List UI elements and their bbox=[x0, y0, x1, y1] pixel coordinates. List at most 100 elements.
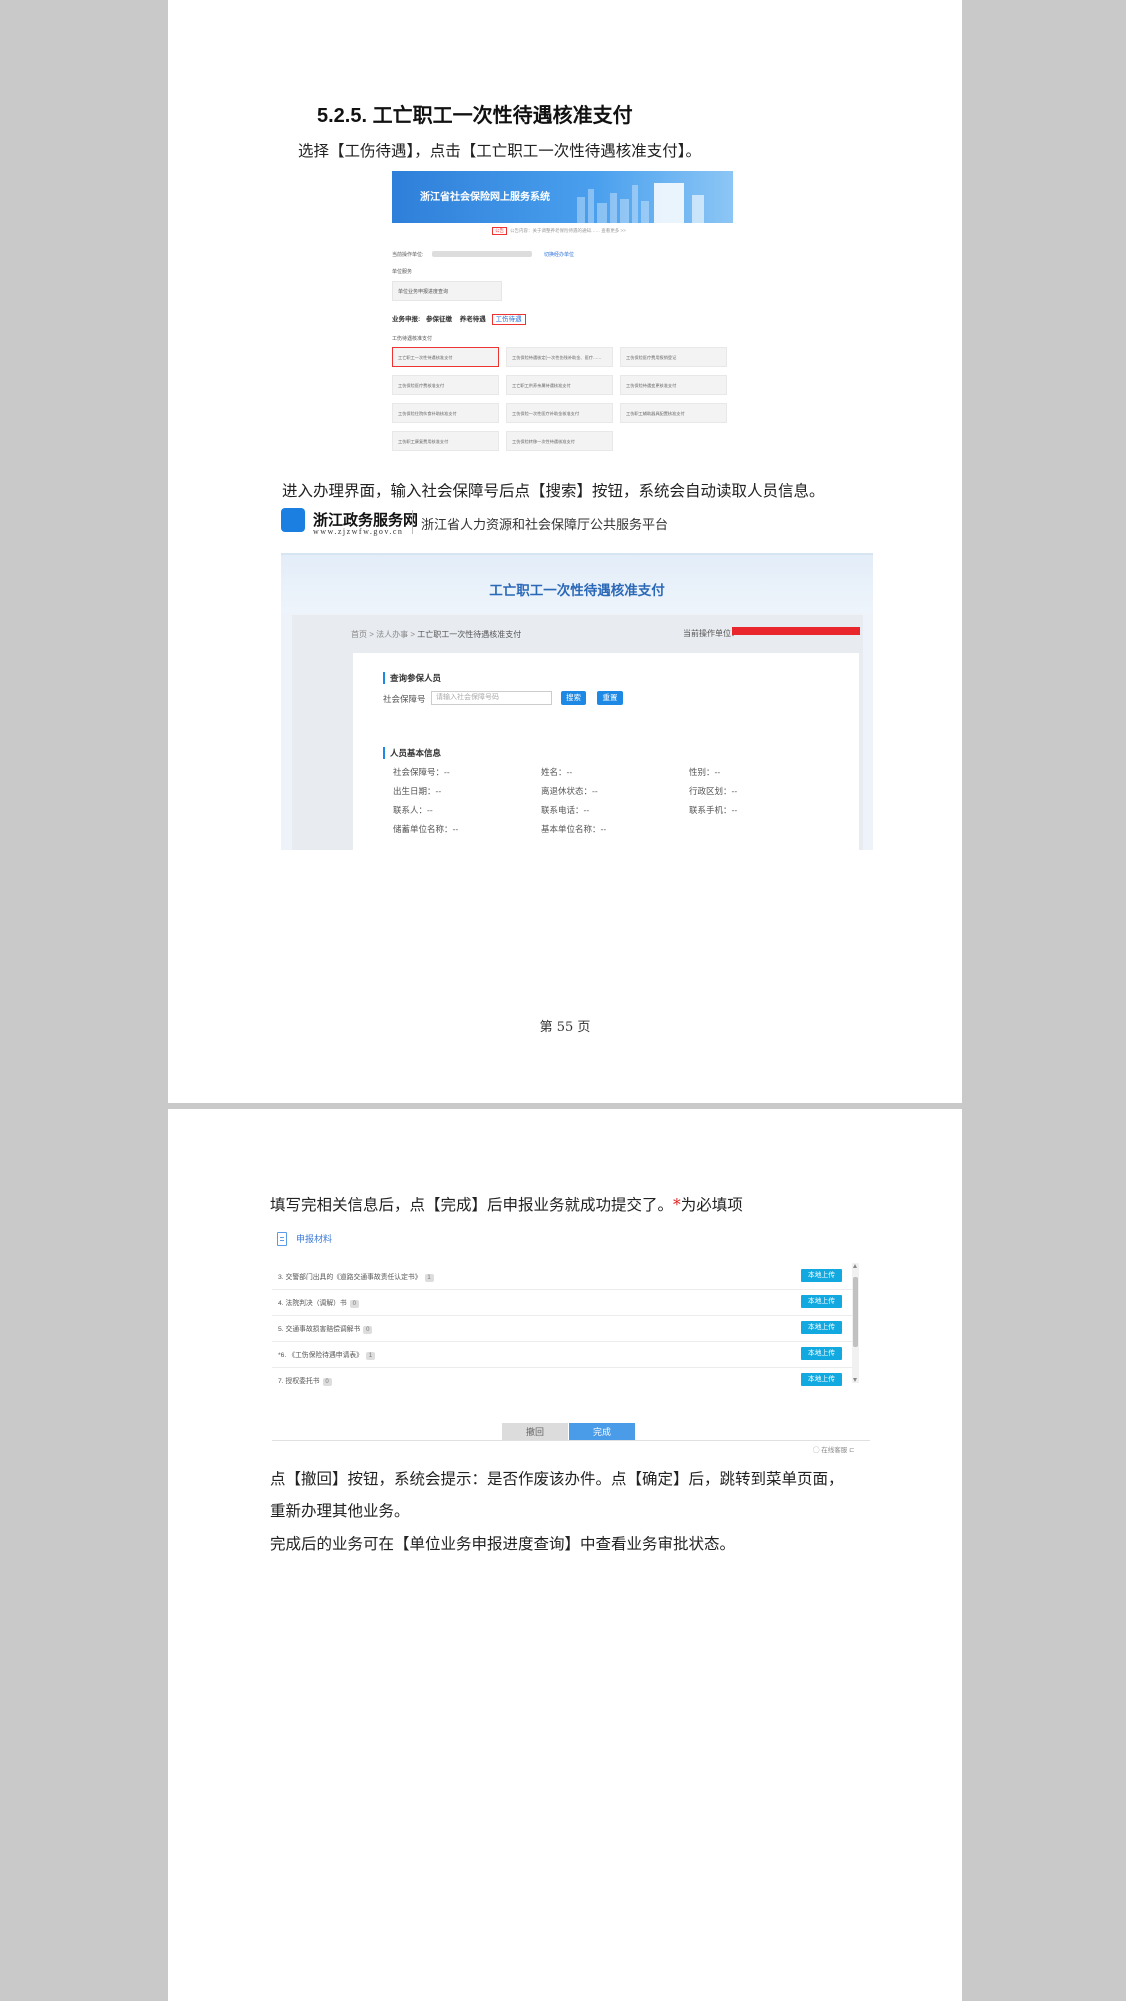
breadcrumb-legal[interactable]: 法人办事 bbox=[376, 630, 408, 639]
zjzwfw-logo-icon bbox=[281, 508, 305, 532]
basic-info-title: 人员基本信息 bbox=[383, 747, 441, 759]
service-card[interactable]: 工亡职工一次性待遇核准支付 bbox=[392, 347, 499, 367]
material-row: 4. 法院判决（调解）书 0 本地上传 bbox=[272, 1289, 858, 1316]
materials-header: 申报材料 bbox=[296, 1234, 333, 1244]
help-badge[interactable]: 1 bbox=[424, 1274, 434, 1282]
document-page-2: 填写完相关信息后，点【完成】后申报业务就成功提交了。*为必填项 申报材料 3. … bbox=[168, 1109, 962, 2001]
scroll-down-icon[interactable] bbox=[853, 1378, 857, 1382]
logo-url: www.zjzwfw.gov.cn bbox=[313, 527, 404, 536]
service-card[interactable]: 工伤保险转移一次性待遇核准支付 bbox=[506, 431, 613, 451]
help-badge[interactable]: 1 bbox=[365, 1352, 375, 1360]
service-card[interactable]: 工亡职工供养亲属待遇核准支付 bbox=[506, 375, 613, 395]
operating-unit-label: 当前操作单位： bbox=[683, 629, 739, 638]
breadcrumb-current: 工亡职工一次性待遇核准支付 bbox=[417, 630, 522, 639]
tab-injury-benefit[interactable]: 工伤待遇 bbox=[491, 314, 526, 325]
finish-button[interactable]: 完成 bbox=[569, 1423, 635, 1440]
service-card[interactable]: 工伤保险一次性医疗补助金核准支付 bbox=[506, 403, 613, 423]
service-title: 工亡职工一次性待遇核准支付 bbox=[489, 583, 665, 598]
material-label: 4. 法院判决（调解）书 0 bbox=[278, 1297, 359, 1308]
upload-button[interactable]: 本地上传 bbox=[801, 1295, 842, 1308]
screenshot-materials: 申报材料 3. 交警部门出具的《道路交通事故责任认定书》 1 本地上传 4. 法院… bbox=[272, 1229, 870, 1454]
service-frame: 工亡职工一次性待遇核准支付 首页 > 法人办事 > 工亡职工一次性待遇核准支付 … bbox=[281, 553, 873, 850]
withdraw-paragraph-line2: 重新办理其他业务。 bbox=[270, 1502, 410, 1520]
instruction-paragraph: 填写完相关信息后，点【完成】后申报业务就成功提交了。*为必填项 bbox=[270, 1193, 743, 1215]
field-region: 行政区划：-- bbox=[689, 786, 738, 796]
instruction-main: 填写完相关信息后，点【完成】后申报业务就成功提交了。 bbox=[270, 1196, 674, 1214]
page-number: 第 55 页 bbox=[539, 1020, 591, 1035]
material-row: 7. 授权委托书 0 本地上传 bbox=[272, 1367, 858, 1393]
upload-button[interactable]: 本地上传 bbox=[801, 1321, 842, 1334]
ssn-input[interactable]: 请输入社会保障号码 bbox=[431, 691, 552, 705]
document-icon bbox=[277, 1232, 287, 1246]
form-panel: 查询参保人员 社会保障号 请输入社会保障号码 搜索 重置 人员基本信息 社会保障… bbox=[353, 653, 859, 850]
search-button[interactable]: 搜索 bbox=[561, 691, 586, 705]
service-card[interactable]: 工伤保险待遇变更核准支付 bbox=[620, 375, 727, 395]
upload-button[interactable]: 本地上传 bbox=[801, 1269, 842, 1282]
tab-contribution[interactable]: 参保征缴 bbox=[426, 316, 452, 323]
material-row: 5. 交通事故损害赔偿调解书 0 本地上传 bbox=[272, 1315, 858, 1342]
scrollbar-thumb[interactable] bbox=[853, 1277, 858, 1347]
material-label: 3. 交警部门出具的《道路交通事故责任认定书》 1 bbox=[278, 1271, 434, 1282]
status-query-paragraph: 完成后的业务可在【单位业务申报进度查询】中查看业务审批状态。 bbox=[270, 1535, 736, 1553]
scroll-up-icon[interactable] bbox=[853, 1264, 857, 1268]
online-service-link[interactable]: ◯ 在线客服 ⊏ bbox=[813, 1444, 855, 1454]
platform-name: 浙江省人力资源和社会保障厅公共服务平台 bbox=[421, 517, 669, 532]
field-saving-unit: 储蓄单位名称：-- bbox=[393, 824, 459, 834]
field-mobile: 联系手机：-- bbox=[689, 805, 738, 815]
service-card[interactable]: 工伤职工康复费用核准支付 bbox=[392, 431, 499, 451]
instruction-paragraph: 选择【工伤待遇】，点击【工亡职工一次性待遇核准支付】。 bbox=[298, 142, 702, 160]
required-note: 为必填项 bbox=[680, 1196, 743, 1214]
service-card[interactable]: 工伤保险待遇核定(一次性伤残补助金、医疗…… bbox=[506, 347, 613, 367]
service-hero: 工亡职工一次性待遇核准支付 bbox=[281, 553, 873, 613]
field-birthdate: 出生日期：-- bbox=[393, 786, 442, 796]
help-badge[interactable]: 0 bbox=[349, 1300, 359, 1308]
footer-divider bbox=[272, 1440, 870, 1441]
notice-bar[interactable]: 公告 公告内容：关于调整养老保险待遇的通知…… 查看更多 >> bbox=[492, 227, 626, 235]
withdraw-paragraph-line1: 点【撤回】按钮，系统会提示：是否作废该办件。点【确定】后，跳转到菜单页面， bbox=[270, 1470, 844, 1488]
field-retire-status: 离退休状态：-- bbox=[541, 786, 598, 796]
section-heading: 5.2.5. 工亡职工一次性待遇核准支付 bbox=[317, 105, 633, 127]
portal-banner: 浙江省社会保险网上服务系统 bbox=[392, 171, 733, 223]
field-gender: 性别：-- bbox=[689, 767, 721, 777]
tab-pension[interactable]: 养老待遇 bbox=[460, 316, 486, 323]
redaction-bar bbox=[732, 627, 860, 635]
upload-button[interactable]: 本地上传 bbox=[801, 1373, 842, 1386]
material-label: *6. 《工伤保险待遇申请表》 1 bbox=[278, 1349, 375, 1360]
help-badge[interactable]: 0 bbox=[322, 1378, 332, 1386]
service-card[interactable]: 工伤保险医疗费用报销登记 bbox=[620, 347, 727, 367]
field-phone: 联系电话：-- bbox=[541, 805, 590, 815]
logo-divider bbox=[412, 510, 413, 534]
instruction-paragraph: 进入办理界面，输入社会保障号后点【搜索】按钮，系统会自动读取人员信息。 bbox=[282, 482, 825, 500]
breadcrumb: 首页 > 法人办事 > 工亡职工一次性待遇核准支付 bbox=[351, 630, 522, 639]
reset-button[interactable]: 重置 bbox=[597, 691, 623, 705]
service-card[interactable]: 工伤保险住院伙食补助核准支付 bbox=[392, 403, 499, 423]
field-ssn: 社会保障号：-- bbox=[393, 767, 450, 777]
materials-scrollbar[interactable] bbox=[852, 1263, 859, 1383]
material-label: 5. 交通事故损害赔偿调解书 0 bbox=[278, 1323, 373, 1334]
unit-label: 当前操作单位: bbox=[392, 252, 424, 258]
service-card[interactable]: 工伤保险医疗费核准支付 bbox=[392, 375, 499, 395]
upload-button[interactable]: 本地上传 bbox=[801, 1347, 842, 1360]
breadcrumb-home[interactable]: 首页 bbox=[351, 630, 367, 639]
withdraw-button[interactable]: 撤回 bbox=[502, 1423, 568, 1440]
document-page-1: 5.2.5. 工亡职工一次性待遇核准支付 选择【工伤待遇】，点击【工亡职工一次性… bbox=[168, 0, 962, 1103]
category-select[interactable]: 单位业务申报进度查询 bbox=[392, 281, 502, 301]
material-label: 7. 授权委托书 0 bbox=[278, 1375, 332, 1386]
screenshot-service-menu: 浙江省社会保险网上服务系统 公告 公告内容：关于调整养老保险待遇的通知…… 查看更… bbox=[392, 171, 733, 455]
business-tabs-label: 业务申报: bbox=[392, 316, 421, 323]
category-select-value: 单位业务申报进度查询 bbox=[398, 289, 449, 295]
field-contact: 联系人：-- bbox=[393, 805, 433, 815]
notice-text: 公告内容：关于调整养老保险待遇的通知…… 查看更多 >> bbox=[510, 228, 626, 233]
switch-unit-link[interactable]: 切换经办单位 bbox=[544, 251, 574, 258]
field-basic-unit: 基本单位名称：-- bbox=[541, 824, 607, 834]
ssn-label: 社会保障号 bbox=[383, 694, 426, 704]
notice-tag: 公告 bbox=[492, 227, 507, 235]
service-section-title: 工伤待遇核准支付 bbox=[392, 336, 433, 342]
portal-title: 浙江省社会保险网上服务系统 bbox=[420, 192, 550, 203]
help-badge[interactable]: 0 bbox=[363, 1326, 373, 1334]
material-row: 3. 交警部门出具的《道路交通事故责任认定书》 1 本地上传 bbox=[272, 1263, 858, 1290]
screenshot-query-form: 浙江政务服务网 www.zjzwfw.gov.cn 浙江省人力资源和社会保障厅公… bbox=[281, 508, 873, 850]
service-card[interactable]: 工伤职工辅助器具配置核准支付 bbox=[620, 403, 727, 423]
material-row: *6. 《工伤保险待遇申请表》 1 本地上传 bbox=[272, 1341, 858, 1368]
redacted-unit bbox=[432, 251, 532, 257]
